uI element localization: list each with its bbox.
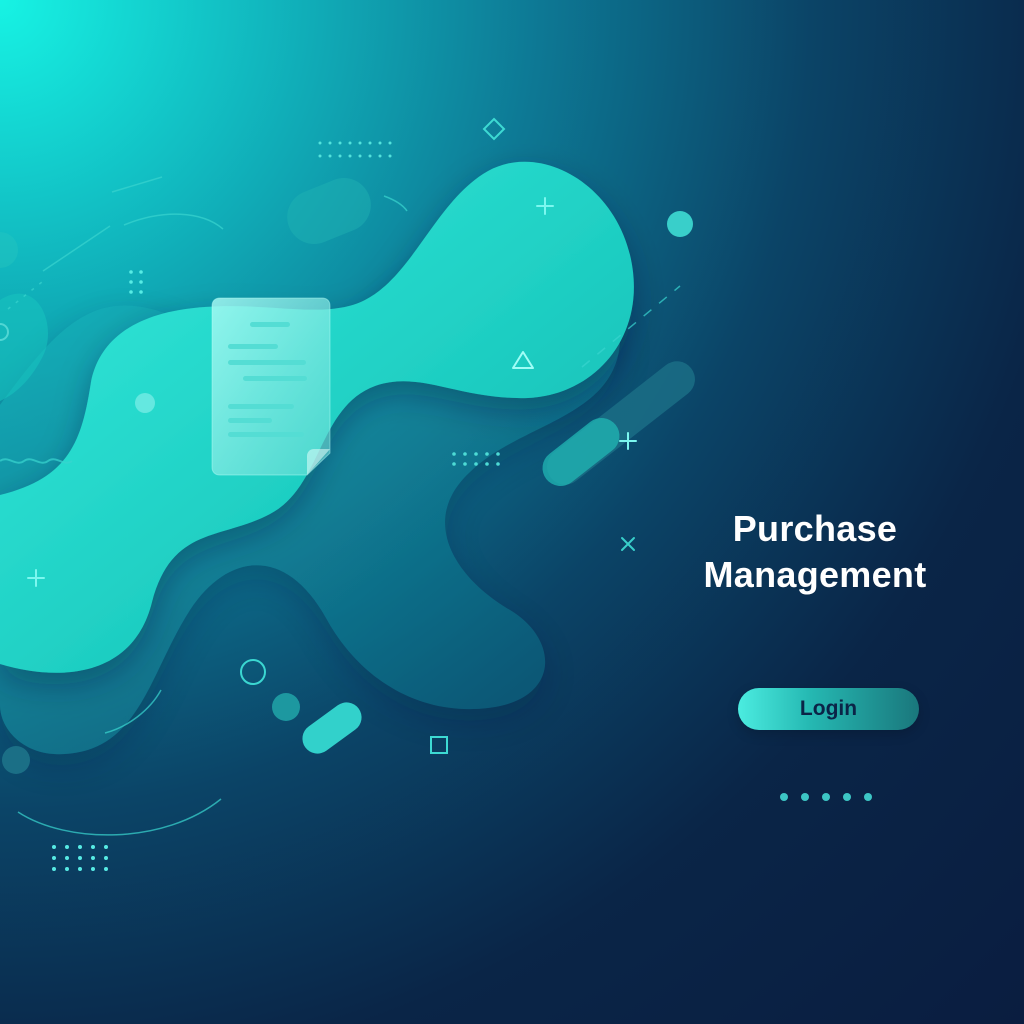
edge-circle-left	[2, 746, 30, 774]
small-circle-top-right	[667, 211, 693, 237]
small-pill-bottom	[302, 702, 362, 754]
pager-dot[interactable]	[864, 793, 872, 801]
diamond-icon	[482, 117, 506, 141]
pager-dot[interactable]	[780, 793, 788, 801]
outline-circle	[240, 659, 266, 685]
pager-dot[interactable]	[801, 793, 809, 801]
small-circle-left	[135, 393, 155, 413]
rounded-pill-top	[287, 178, 371, 244]
pager-dots	[780, 792, 872, 802]
edge-circle-top	[0, 232, 18, 268]
dot-grid-bottom	[52, 845, 108, 871]
dot-grid-left	[129, 270, 143, 294]
filled-circle-bottom	[272, 693, 300, 721]
dot-grid-top	[318, 141, 392, 158]
login-button[interactable]: Login	[738, 688, 919, 730]
close-icon	[621, 537, 635, 551]
login-landing-screen: Purchase Management Login	[0, 0, 1024, 1024]
square-icon	[430, 736, 448, 754]
pager-dot[interactable]	[843, 793, 851, 801]
document-icon	[211, 297, 331, 476]
pager-dot[interactable]	[822, 793, 830, 801]
page-title: Purchase Management	[703, 508, 927, 595]
